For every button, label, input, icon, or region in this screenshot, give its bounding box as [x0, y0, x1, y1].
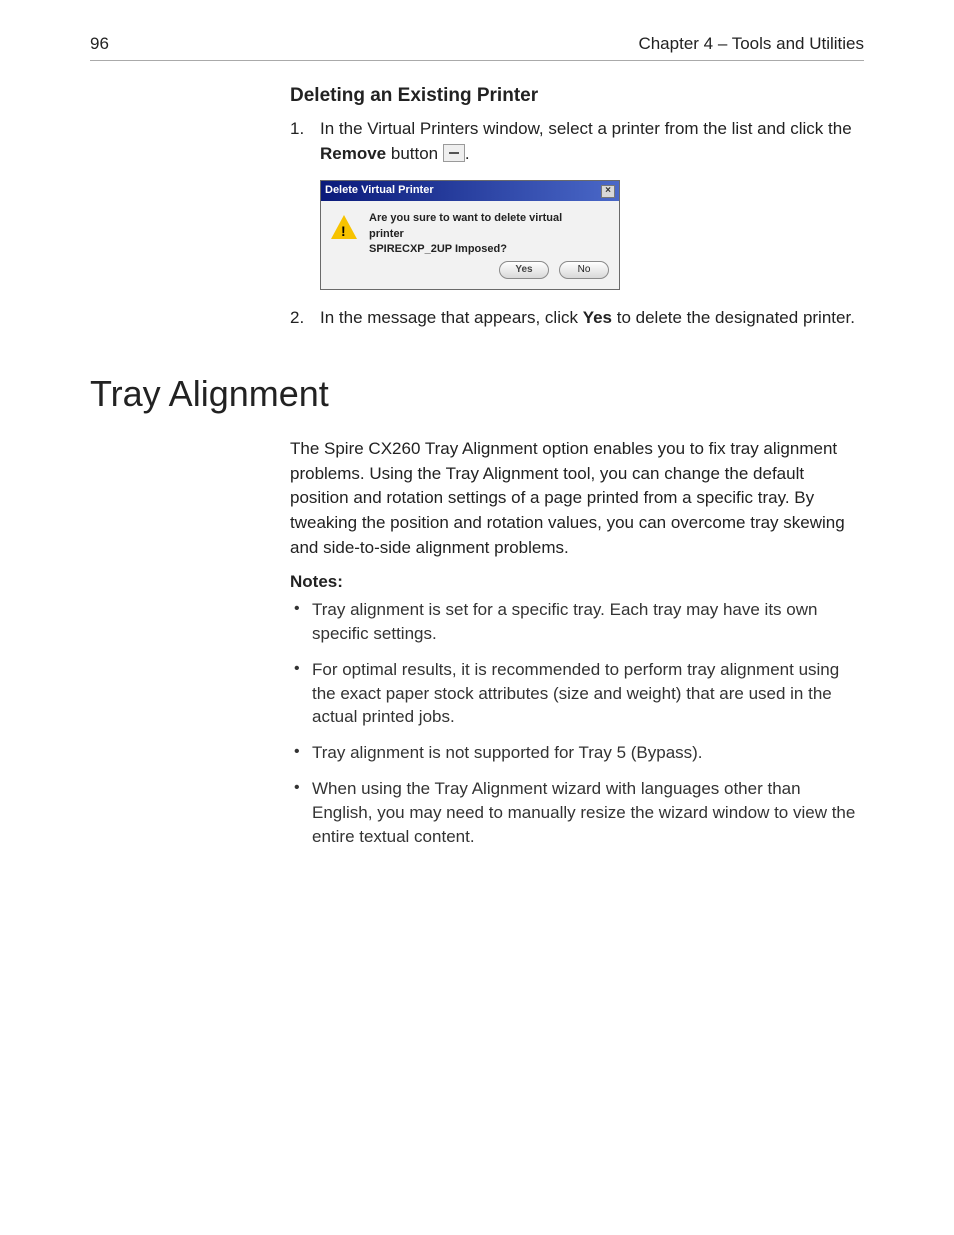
note-item: Tray alignment is set for a specific tra…: [290, 598, 864, 646]
note-item: When using the Tray Alignment wizard wit…: [290, 777, 864, 848]
warning-icon: [331, 215, 357, 239]
notes-list: Tray alignment is set for a specific tra…: [290, 598, 864, 848]
dialog-screenshot: Delete Virtual Printer × Are you sure to…: [320, 180, 864, 290]
dialog-message: Are you sure to want to delete virtual p…: [369, 211, 569, 257]
step-2: In the message that appears, click Yes t…: [290, 306, 864, 331]
dialog-titlebar: Delete Virtual Printer ×: [321, 181, 619, 201]
section-heading: Tray Alignment: [90, 373, 864, 415]
no-button[interactable]: No: [559, 261, 609, 279]
document-page: 96 Chapter 4 – Tools and Utilities Delet…: [0, 0, 954, 900]
procedure-list: In the Virtual Printers window, select a…: [290, 117, 864, 331]
running-header: 96 Chapter 4 – Tools and Utilities: [90, 34, 864, 61]
close-icon[interactable]: ×: [601, 185, 615, 198]
dialog-body: Are you sure to want to delete virtual p…: [321, 201, 619, 261]
chapter-title: Chapter 4 – Tools and Utilities: [638, 34, 864, 54]
section-content: The Spire CX260 Tray Alignment option en…: [290, 437, 864, 848]
note-item: Tray alignment is not supported for Tray…: [290, 741, 864, 765]
main-content: Deleting an Existing Printer In the Virt…: [290, 85, 864, 331]
subsection-heading: Deleting an Existing Printer: [290, 85, 864, 107]
yes-label: Yes: [583, 308, 612, 327]
yes-button[interactable]: Yes: [499, 261, 549, 279]
intro-paragraph: The Spire CX260 Tray Alignment option en…: [290, 437, 864, 560]
delete-dialog: Delete Virtual Printer × Are you sure to…: [320, 180, 620, 290]
notes-heading: Notes:: [290, 572, 864, 592]
remove-label: Remove: [320, 144, 386, 163]
remove-icon: [443, 144, 465, 162]
step-1: In the Virtual Printers window, select a…: [290, 117, 864, 290]
dialog-title-text: Delete Virtual Printer: [325, 183, 434, 199]
note-item: For optimal results, it is recommended t…: [290, 658, 864, 729]
dialog-actions: Yes No: [321, 261, 619, 289]
page-number: 96: [90, 34, 109, 54]
